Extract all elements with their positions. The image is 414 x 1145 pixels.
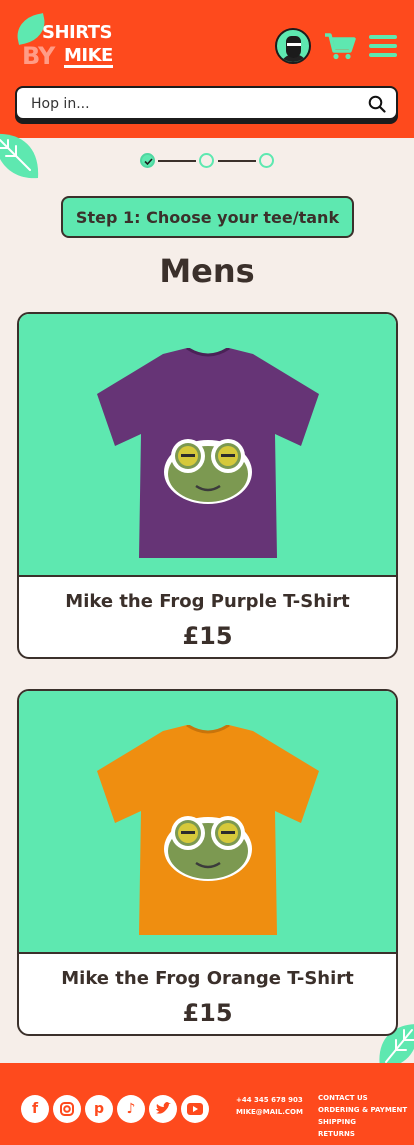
search-icon[interactable] — [368, 95, 386, 113]
product-image — [19, 691, 396, 954]
logo-text-by: BY — [22, 42, 55, 70]
phone-number[interactable]: +44 345 678 903 — [236, 1094, 303, 1106]
logo-text-shirts: SHIRTS — [42, 22, 113, 43]
product-price: £15 — [182, 622, 233, 650]
section-title: Mens — [159, 252, 255, 290]
product-name[interactable]: Mike the Frog Orange T-Shirt — [19, 968, 396, 989]
shopping-cart-icon[interactable] — [324, 32, 356, 60]
step-connector — [218, 160, 256, 162]
step-3-indicator[interactable] — [259, 153, 274, 168]
leaf-icon — [0, 133, 39, 179]
step-1-complete-icon[interactable] — [140, 153, 155, 168]
shirts-by-mike-logo[interactable]: SHIRTS BY MIKE — [13, 13, 120, 70]
step-connector — [158, 160, 196, 162]
step-2-indicator[interactable] — [199, 153, 214, 168]
facebook-icon[interactable]: f — [21, 1095, 49, 1123]
email-address[interactable]: MIKE@MAIL.COM — [236, 1106, 303, 1118]
footer-link-returns[interactable]: RETURNS — [318, 1128, 407, 1140]
instagram-icon[interactable] — [53, 1095, 81, 1123]
product-image — [19, 314, 396, 577]
social-links: f p ♪ — [21, 1095, 209, 1125]
footer-link-shipping[interactable]: SHIPPING — [318, 1116, 407, 1128]
youtube-icon[interactable] — [181, 1095, 209, 1123]
footer-links: CONTACT US ORDERING & PAYMENT SHIPPING R… — [318, 1092, 407, 1140]
site-footer: f p ♪ +44 345 678 903 MIKE@MAIL.COM CONT… — [0, 1063, 414, 1145]
product-price: £15 — [182, 999, 233, 1027]
account-avatar[interactable] — [275, 28, 311, 64]
product-name[interactable]: Mike the Frog Purple T-Shirt — [19, 591, 396, 612]
product-card[interactable]: Mike the Frog Purple T-Shirt £15 — [17, 312, 398, 659]
footer-link-contact-us[interactable]: CONTACT US — [318, 1092, 407, 1104]
step-label: Step 1: Choose your tee/tank — [61, 196, 354, 238]
hamburger-menu-icon[interactable] — [369, 35, 397, 59]
site-header: SHIRTS BY MIKE — [0, 0, 414, 138]
footer-link-ordering-payment[interactable]: ORDERING & PAYMENT — [318, 1104, 407, 1116]
tiktok-icon[interactable]: ♪ — [117, 1095, 145, 1123]
search-input[interactable] — [31, 94, 351, 114]
search-bar — [15, 86, 398, 120]
pinterest-icon[interactable]: p — [85, 1095, 113, 1123]
contact-details: +44 345 678 903 MIKE@MAIL.COM — [236, 1094, 303, 1118]
product-card[interactable]: Mike the Frog Orange T-Shirt £15 — [17, 689, 398, 1036]
twitter-icon[interactable] — [149, 1095, 177, 1123]
progress-stepper — [138, 152, 278, 170]
logo-text-mike: MIKE — [64, 45, 113, 68]
